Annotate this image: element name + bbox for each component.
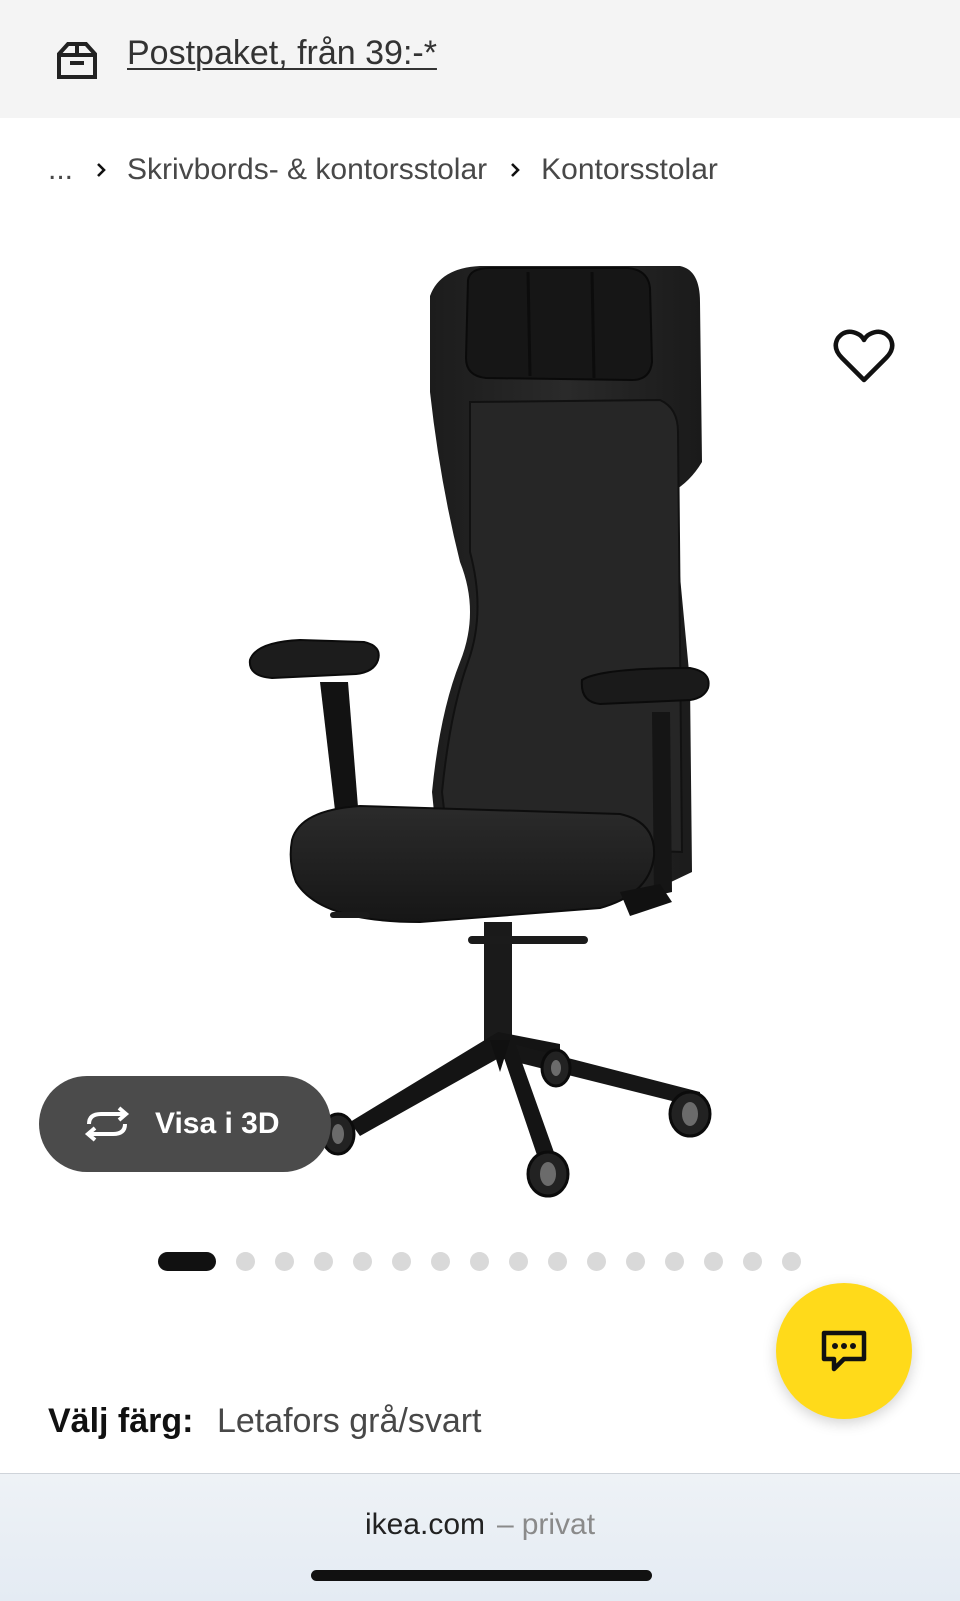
gallery-dot[interactable] <box>275 1251 294 1271</box>
chat-button[interactable] <box>776 1283 912 1419</box>
office-chair-image <box>248 266 712 1198</box>
view-3d-label: Visa i 3D <box>155 1107 280 1140</box>
gallery-pagination[interactable] <box>158 1251 821 1271</box>
browser-url[interactable]: ikea.com – privat <box>0 1508 960 1542</box>
color-selector-label: Välj färg: <box>48 1402 194 1440</box>
color-selector[interactable]: Välj färg: Letafors grå/svart <box>48 1402 482 1441</box>
gallery-dot[interactable] <box>470 1251 489 1271</box>
browser-address-bar[interactable]: ikea.com – privat <box>0 1473 960 1601</box>
gallery-dot-active[interactable] <box>158 1251 216 1271</box>
heart-outline-icon <box>833 329 895 383</box>
shipping-banner[interactable]: Postpaket, från 39:-* <box>0 0 960 118</box>
breadcrumb: ... Skrivbords- & kontorsstolar Kontorss… <box>48 148 718 192</box>
gallery-dot[interactable] <box>353 1251 372 1271</box>
gallery-dot[interactable] <box>704 1251 723 1271</box>
browser-url-dash: – <box>497 1508 514 1541</box>
chevron-right-icon <box>97 163 106 177</box>
color-selector-value: Letafors grå/svart <box>216 1402 482 1440</box>
gallery-dot[interactable] <box>314 1251 333 1271</box>
view-3d-button[interactable]: Visa i 3D <box>39 1076 331 1172</box>
package-box-icon <box>57 42 97 79</box>
product-page: Postpaket, från 39:-* ... Skrivbords- & … <box>0 0 960 1601</box>
chat-bubble-icon <box>821 1330 867 1372</box>
rotate-3d-icon <box>84 1106 130 1142</box>
breadcrumb-item-desk-chairs[interactable]: Skrivbords- & kontorsstolar <box>127 153 487 187</box>
product-image-gallery[interactable]: Visa i 3D <box>0 232 960 1212</box>
browser-domain: ikea.com <box>364 1508 485 1541</box>
chevron-right-icon <box>511 163 520 177</box>
gallery-dot[interactable] <box>431 1251 450 1271</box>
favorite-button[interactable] <box>824 318 904 398</box>
shipping-link[interactable]: Postpaket, från 39:-* <box>127 34 437 73</box>
gallery-dot[interactable] <box>236 1251 255 1271</box>
gallery-dot[interactable] <box>509 1251 528 1271</box>
browser-private-mode: privat <box>521 1508 596 1541</box>
gallery-dot[interactable] <box>548 1251 567 1271</box>
breadcrumb-item-more[interactable]: ... <box>48 153 73 187</box>
gallery-dot[interactable] <box>392 1251 411 1271</box>
gallery-dot[interactable] <box>626 1251 645 1271</box>
gallery-dot[interactable] <box>782 1251 801 1271</box>
gallery-dot[interactable] <box>587 1251 606 1271</box>
breadcrumb-item-office-chairs[interactable]: Kontorsstolar <box>541 153 718 187</box>
gallery-dot[interactable] <box>665 1251 684 1271</box>
gallery-dot[interactable] <box>743 1251 762 1271</box>
home-indicator[interactable] <box>311 1570 652 1581</box>
